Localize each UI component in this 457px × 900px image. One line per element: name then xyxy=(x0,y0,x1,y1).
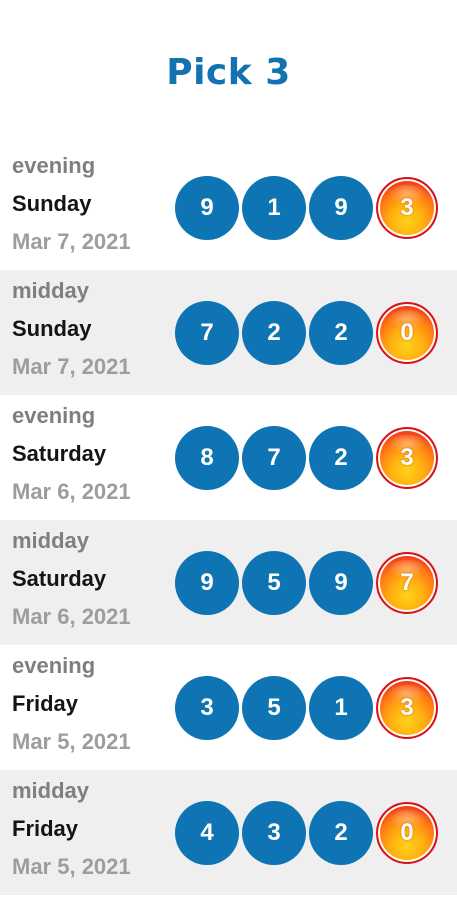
number-ball: 9 xyxy=(309,551,373,615)
number-ball: 4 xyxy=(175,801,239,865)
draw-time: midday xyxy=(12,778,90,803)
number-ball: 8 xyxy=(175,426,239,490)
number-ball: 2 xyxy=(309,801,373,865)
page-title: Pick 3 xyxy=(166,52,291,93)
fireball-icon: 0 xyxy=(376,802,438,864)
list-item[interactable]: evening Saturday Mar 6, 2021 8 7 2 3 xyxy=(0,395,457,520)
draw-info: midday Saturday Mar 6, 2021 xyxy=(12,528,131,630)
draw-date: Mar 5, 2021 xyxy=(12,729,131,754)
number-ball: 2 xyxy=(309,301,373,365)
draw-date: Mar 7, 2021 xyxy=(12,354,131,379)
draw-day: Friday xyxy=(12,691,79,716)
draw-day: Saturday xyxy=(12,566,107,591)
list-item[interactable]: evening Friday Mar 5, 2021 3 5 1 3 xyxy=(0,645,457,770)
winning-numbers: 3 5 1 3 xyxy=(175,676,441,740)
draw-date: Mar 6, 2021 xyxy=(12,604,131,629)
number-ball: 9 xyxy=(175,551,239,615)
list-item[interactable]: midday Sunday Mar 7, 2021 7 2 2 0 xyxy=(0,270,457,395)
number-ball: 3 xyxy=(242,801,306,865)
draw-day: Saturday xyxy=(12,441,107,466)
winning-numbers: 7 2 2 0 xyxy=(175,301,441,365)
fireball-number: 3 xyxy=(400,194,414,221)
winning-numbers: 9 5 9 7 xyxy=(175,551,441,615)
fireball-number: 3 xyxy=(400,444,414,471)
results-list: evening Sunday Mar 7, 2021 9 1 9 3 midda… xyxy=(0,145,457,895)
number-ball: 3 xyxy=(175,676,239,740)
number-ball: 7 xyxy=(175,301,239,365)
fireball-number: 7 xyxy=(400,569,414,596)
number-ball: 1 xyxy=(309,676,373,740)
number-ball: 9 xyxy=(175,176,239,240)
number-ball: 9 xyxy=(309,176,373,240)
fireball-icon: 0 xyxy=(376,302,438,364)
draw-info: evening Saturday Mar 6, 2021 xyxy=(12,403,131,505)
fireball-icon: 3 xyxy=(376,177,438,239)
draw-time: midday xyxy=(12,278,90,303)
number-ball: 2 xyxy=(242,301,306,365)
list-item[interactable]: evening Sunday Mar 7, 2021 9 1 9 3 xyxy=(0,145,457,270)
draw-info: evening Friday Mar 5, 2021 xyxy=(12,653,131,755)
draw-info: evening Sunday Mar 7, 2021 xyxy=(12,153,131,255)
draw-info: midday Friday Mar 5, 2021 xyxy=(12,778,131,880)
draw-time: midday xyxy=(12,528,90,553)
fireball-number: 3 xyxy=(400,694,414,721)
draw-date: Mar 5, 2021 xyxy=(12,854,131,879)
winning-numbers: 9 1 9 3 xyxy=(175,176,441,240)
winning-numbers: 8 7 2 3 xyxy=(175,426,441,490)
draw-day: Sunday xyxy=(12,191,92,216)
number-ball: 2 xyxy=(309,426,373,490)
draw-date: Mar 7, 2021 xyxy=(12,229,131,254)
draw-date: Mar 6, 2021 xyxy=(12,479,131,504)
number-ball: 5 xyxy=(242,676,306,740)
number-ball: 5 xyxy=(242,551,306,615)
draw-day: Sunday xyxy=(12,316,92,341)
fireball-number: 0 xyxy=(400,819,414,846)
number-ball: 1 xyxy=(242,176,306,240)
fireball-number: 0 xyxy=(400,319,414,346)
fireball-icon: 3 xyxy=(376,677,438,739)
list-item[interactable]: midday Saturday Mar 6, 2021 9 5 9 7 xyxy=(0,520,457,645)
fireball-icon: 7 xyxy=(376,552,438,614)
draw-day: Friday xyxy=(12,816,79,841)
draw-time: evening xyxy=(12,653,96,678)
draw-time: evening xyxy=(12,153,96,178)
winning-numbers: 4 3 2 0 xyxy=(175,801,441,865)
draw-time: evening xyxy=(12,403,96,428)
draw-info: midday Sunday Mar 7, 2021 xyxy=(12,278,131,380)
fireball-icon: 3 xyxy=(376,427,438,489)
list-item[interactable]: midday Friday Mar 5, 2021 4 3 2 0 xyxy=(0,770,457,895)
number-ball: 7 xyxy=(242,426,306,490)
